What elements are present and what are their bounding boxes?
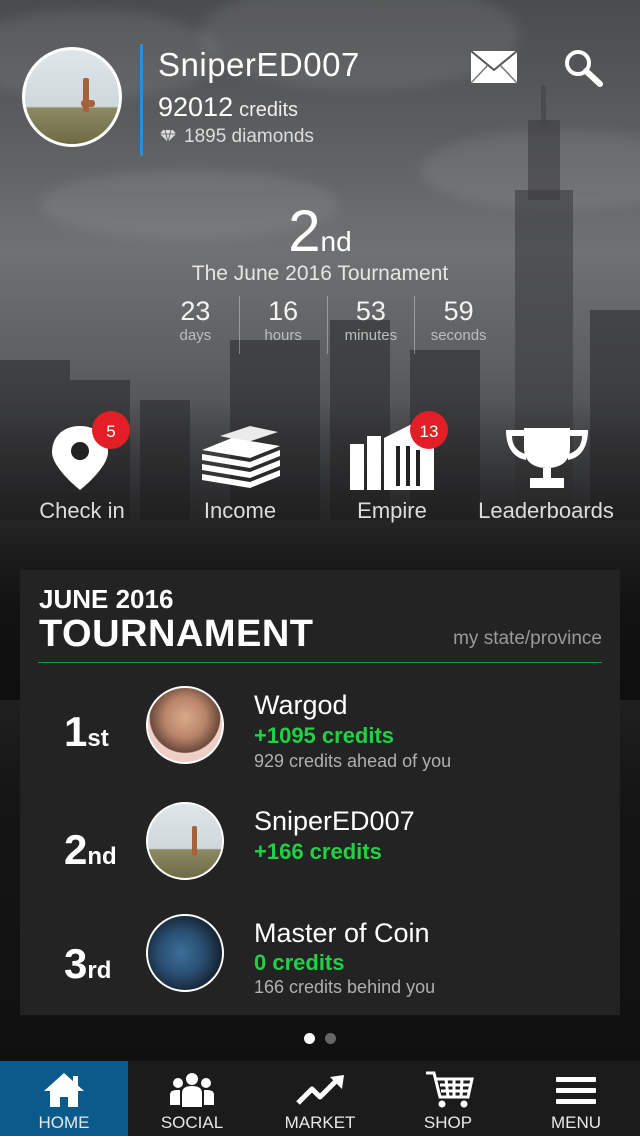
empire-label: Empire: [357, 498, 427, 523]
player-name: Wargod: [254, 690, 348, 720]
bottom-nav: HOME SOCIAL MARKET SHOP MENU: [0, 1061, 640, 1136]
player-name: SniperED007: [254, 806, 415, 836]
check-in-button[interactable]: 5 Check in: [2, 411, 162, 530]
nav-market[interactable]: MARKET: [256, 1061, 384, 1136]
countdown-label: seconds: [430, 327, 487, 344]
nav-label: SHOP: [423, 1113, 473, 1132]
countdown-label: hours: [264, 327, 302, 344]
card-subtitle: JUNE 2016: [39, 584, 174, 614]
place-number: 3: [64, 940, 88, 987]
countdown-value: 16: [268, 296, 299, 326]
profile-credits: 92012 credits: [158, 92, 298, 123]
credits-unit: credits: [239, 99, 298, 121]
card-title: TOURNAMENT: [39, 613, 314, 655]
trophy-icon: [506, 428, 588, 488]
current-rank: 2nd: [0, 198, 640, 265]
player-note: 166 credits behind you: [254, 977, 436, 997]
credits-value: 92012: [158, 92, 234, 122]
countdown-value: 53: [355, 296, 386, 326]
nav-home[interactable]: HOME: [0, 1061, 128, 1136]
check-in-badge: 5: [92, 411, 130, 449]
leaderboards-label: Leaderboards: [478, 498, 614, 523]
money-stack-icon: [202, 426, 280, 488]
rank-number: 2: [288, 199, 321, 264]
page-dot-active[interactable]: [304, 1033, 315, 1044]
countdown-label: minutes: [344, 327, 398, 344]
mail-button[interactable]: [470, 50, 518, 84]
place-rank: 1st: [64, 708, 109, 756]
home-icon: [44, 1073, 84, 1107]
card-divider: [38, 662, 602, 663]
countdown-hours: 16 hours: [240, 296, 328, 354]
leaderboard-row[interactable]: 3rd Master of Coin 0 credits 166 credits…: [20, 900, 620, 1010]
cart-icon: [426, 1071, 474, 1108]
countdown-value: 23: [180, 296, 211, 326]
header-divider: [140, 44, 143, 156]
rank-suffix: nd: [320, 226, 352, 257]
nav-social[interactable]: SOCIAL: [128, 1061, 256, 1136]
place-rank: 2nd: [64, 826, 117, 874]
player-credits: +1095 credits: [254, 723, 395, 748]
diamond-icon: [160, 130, 176, 142]
search-icon: [565, 50, 603, 87]
leaderboards-button[interactable]: Leaderboards: [466, 420, 626, 530]
trend-up-icon: [296, 1075, 344, 1105]
player-avatar[interactable]: [146, 914, 224, 992]
profile-diamonds: 1895 diamonds: [160, 126, 314, 148]
empire-button[interactable]: 13 Empire: [312, 411, 472, 530]
nav-label: SOCIAL: [160, 1113, 224, 1132]
people-icon: [170, 1073, 214, 1107]
countdown-value: 59: [443, 296, 474, 326]
countdown-label: days: [179, 327, 212, 344]
place-number: 2: [64, 826, 88, 873]
countdown-minutes: 53 minutes: [328, 296, 416, 354]
countdown-seconds: 59 seconds: [415, 296, 502, 354]
countdown-days: 23 days: [152, 296, 240, 354]
tournament-title: The June 2016 Tournament: [191, 262, 449, 285]
envelope-icon: [470, 50, 518, 84]
leaderboard-row[interactable]: 1st Wargod +1095 credits 929 credits ahe…: [20, 674, 620, 784]
hamburger-menu-icon: [556, 1077, 596, 1104]
tournament-card[interactable]: JUNE 2016 TOURNAMENT my state/province 1…: [20, 570, 620, 1015]
nav-shop[interactable]: SHOP: [384, 1061, 512, 1136]
player-credits: +166 credits: [254, 839, 382, 864]
nav-label: HOME: [38, 1113, 90, 1132]
countdown-timer: 23 days 16 hours 53 minutes 59 seconds: [152, 296, 502, 354]
place-suffix: rd: [87, 957, 112, 984]
nav-label: MENU: [550, 1113, 602, 1132]
leaderboard-row[interactable]: 2nd SniperED007 +166 credits: [20, 792, 620, 902]
nav-menu[interactable]: MENU: [512, 1061, 640, 1136]
buildings-icon: [350, 424, 434, 490]
page-indicator: [0, 1031, 640, 1049]
player-note: 929 credits ahead of you: [254, 751, 452, 771]
player-name: Master of Coin: [254, 918, 430, 948]
income-button[interactable]: Income: [160, 420, 320, 530]
place-suffix: st: [87, 725, 109, 752]
page-dot[interactable]: [325, 1033, 336, 1044]
player-avatar[interactable]: [146, 686, 224, 764]
giraffe-image: [81, 78, 95, 112]
place-rank: 3rd: [64, 940, 111, 988]
giraffe-image: [192, 826, 197, 856]
player-avatar[interactable]: [146, 802, 224, 880]
place-suffix: nd: [87, 843, 117, 870]
empire-badge: 13: [410, 411, 448, 449]
search-button[interactable]: [562, 48, 606, 88]
location-pin-icon: [52, 426, 108, 490]
nav-label: MARKET: [284, 1113, 356, 1132]
place-number: 1: [64, 708, 88, 755]
income-label: Income: [203, 498, 277, 523]
profile-username: SniperED007: [158, 46, 360, 83]
scope-filter[interactable]: my state/province: [453, 628, 602, 650]
check-in-label: Check in: [39, 498, 125, 523]
player-credits: 0 credits: [254, 950, 345, 975]
diamonds-text: 1895 diamonds: [184, 126, 314, 147]
profile-avatar[interactable]: [22, 47, 122, 147]
